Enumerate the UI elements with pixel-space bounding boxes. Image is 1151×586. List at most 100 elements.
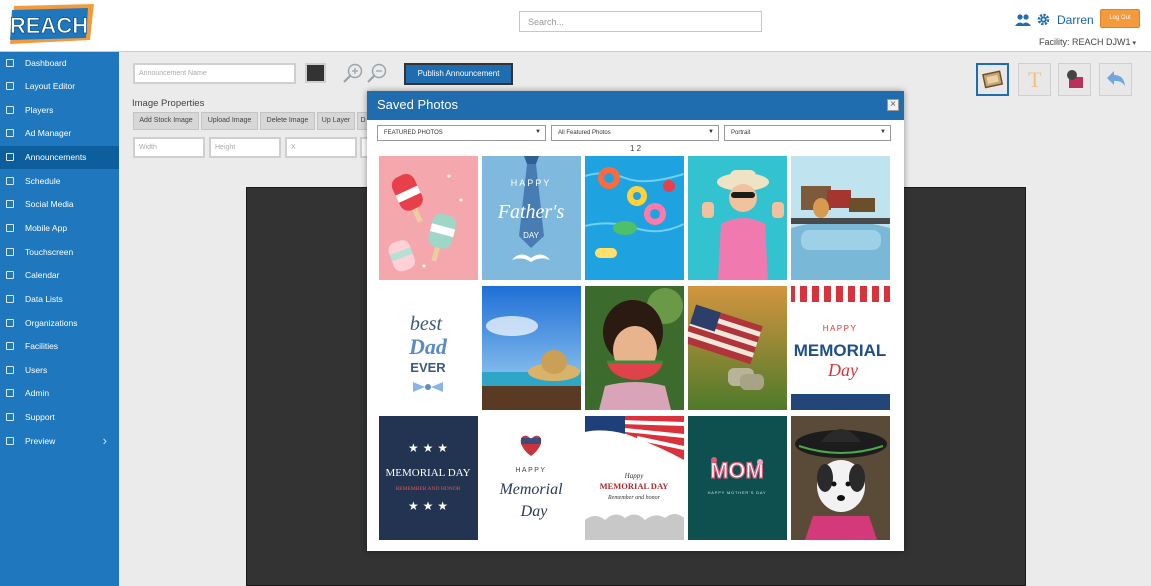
- user-icon: [6, 366, 14, 374]
- tile-text: HAPPY: [511, 178, 552, 188]
- sidebar-item-label: Calendar: [25, 270, 60, 280]
- photo-tile-best-dad-ever[interactable]: best Dad EVER: [379, 286, 478, 410]
- sidebar-item-data-lists[interactable]: Data Lists: [0, 288, 119, 311]
- close-icon[interactable]: ×: [887, 99, 899, 111]
- width-input[interactable]: Width: [133, 137, 205, 158]
- photo-tile-car-luggage[interactable]: [791, 156, 890, 280]
- photo-tile-popsicles[interactable]: [379, 156, 478, 280]
- height-input[interactable]: Height: [209, 137, 281, 158]
- zoom-in-icon[interactable]: [342, 62, 364, 84]
- photo-tile-happy-memorial-day-script[interactable]: HAPPY Memorial Day: [482, 416, 581, 540]
- undo-button[interactable]: [1099, 63, 1132, 96]
- sidebar-item-dashboard[interactable]: Dashboard: [0, 52, 119, 75]
- image-properties-heading: Image Properties: [132, 98, 205, 109]
- tile-text: Memorial: [498, 481, 563, 498]
- users-icon[interactable]: [1015, 13, 1031, 27]
- logo-text: REACH: [10, 13, 88, 38]
- photo-tile-pool-floats[interactable]: [585, 156, 684, 280]
- reach-logo[interactable]: REACH: [8, 4, 96, 46]
- building-icon: [6, 342, 14, 350]
- pagination[interactable]: 1 2: [367, 144, 904, 153]
- tile-text: DAY: [523, 231, 540, 240]
- publish-announcement-button[interactable]: Publish Announcement: [404, 63, 513, 85]
- photo-tile-memorial-day-stars[interactable]: ★ ★ ★ MEMORIAL DAY REMEMBER AND HONOR ★ …: [379, 416, 478, 540]
- tile-text: REMEMBER AND HONOR: [396, 486, 461, 492]
- upload-image-button[interactable]: Upload Image: [201, 112, 258, 130]
- subcategory-select[interactable]: All Featured Photos ▼: [551, 125, 719, 141]
- calendar-icon: [6, 271, 14, 279]
- sidebar-item-layout-editor[interactable]: Layout Editor: [0, 75, 119, 98]
- color-swatch[interactable]: [305, 63, 326, 83]
- category-select[interactable]: FEATURED PHOTOS ▼: [377, 125, 546, 141]
- shapes-icon: [1067, 70, 1083, 88]
- image-tool-button[interactable]: [976, 63, 1009, 96]
- sidebar-item-preview[interactable]: Preview ›: [0, 430, 119, 453]
- sidebar-item-calendar[interactable]: Calendar: [0, 264, 119, 287]
- announcement-name-input[interactable]: Announcement Name: [133, 63, 296, 84]
- sidebar-item-mobile-app[interactable]: Mobile App: [0, 217, 119, 240]
- tile-text: Remember and honor: [607, 495, 661, 501]
- shape-tool-button[interactable]: [1058, 63, 1091, 96]
- logout-button[interactable]: Log Out: [1100, 9, 1140, 28]
- add-stock-image-button[interactable]: Add Stock Image: [133, 112, 199, 130]
- subcategory-select-value: All Featured Photos: [558, 130, 611, 136]
- sidebar-item-label: Social Media: [25, 199, 74, 209]
- caret-down-icon: ▼: [880, 129, 886, 135]
- sidebar-item-organizations[interactable]: Organizations: [0, 312, 119, 335]
- category-select-value: FEATURED PHOTOS: [384, 130, 443, 136]
- photo-tile-fathers-day[interactable]: HAPPY Father's DAY: [482, 156, 581, 280]
- orientation-select[interactable]: Portrait ▼: [724, 125, 891, 141]
- text-tool-button[interactable]: T: [1018, 63, 1051, 96]
- svg-text:★ ★ ★: ★ ★ ★: [408, 441, 448, 455]
- x-input[interactable]: X: [285, 137, 357, 158]
- sidebar-item-social-media[interactable]: Social Media: [0, 193, 119, 216]
- sidebar-item-label: Organizations: [25, 318, 78, 328]
- saved-photos-modal: Saved Photos × FEATURED PHOTOS ▼ All Feat…: [367, 91, 904, 551]
- photo-tile-dog-sombrero[interactable]: [791, 416, 890, 540]
- photo-tile-memorial-day-flag[interactable]: Happy MEMORIAL DAY Remember and honor: [585, 416, 684, 540]
- modal-title: Saved Photos: [377, 97, 458, 112]
- tile-text: Day: [827, 360, 858, 380]
- sidebar-item-label: Facilities: [25, 341, 59, 351]
- text-icon: T: [1028, 67, 1042, 92]
- sidebar-item-schedule[interactable]: Schedule: [0, 170, 119, 193]
- search-input[interactable]: [519, 11, 762, 32]
- chat-icon: [6, 413, 14, 421]
- orientation-select-value: Portrait: [731, 130, 751, 136]
- cogs-icon: [6, 389, 14, 397]
- sidebar-item-announcements[interactable]: Announcements: [0, 146, 119, 169]
- sidebar-item-ad-manager[interactable]: Ad Manager: [0, 122, 119, 145]
- calendar-icon: [6, 177, 14, 185]
- photo-tile-flag-dog-tags[interactable]: [688, 286, 787, 410]
- sidebar-item-label: Touchscreen: [25, 247, 74, 257]
- tile-text: EVER: [410, 360, 446, 375]
- facility-selector[interactable]: Facility: REACH DJW1 ▾: [1039, 37, 1136, 47]
- tile-text: best: [410, 313, 443, 335]
- dashboard-icon: [6, 59, 14, 67]
- modal-header: Saved Photos ×: [367, 91, 904, 120]
- photo-tile-mom[interactable]: MOM HAPPY MOTHER'S DAY: [688, 416, 787, 540]
- mobile-icon: [6, 224, 14, 232]
- sidebar-item-label: Support: [25, 412, 55, 422]
- sidebar-item-support[interactable]: Support: [0, 406, 119, 429]
- sidebar-item-touchscreen[interactable]: Touchscreen: [0, 241, 119, 264]
- sidebar-item-label: Preview: [25, 436, 56, 446]
- photo-tile-happy-memorial-day[interactable]: HAPPY MEMORIAL Day: [791, 286, 890, 410]
- user-name[interactable]: Darren: [1057, 13, 1094, 27]
- gear-icon[interactable]: [1037, 13, 1050, 26]
- sidebar-item-players[interactable]: Players: [0, 99, 119, 122]
- photo-tile-girl-watermelon[interactable]: [585, 286, 684, 410]
- sidebar-item-facilities[interactable]: Facilities: [0, 335, 119, 358]
- sidebar-item-admin[interactable]: Admin: [0, 382, 119, 405]
- tile-text: Day: [520, 503, 549, 520]
- app: REACH Darren Log Out Facility: REACH DJW…: [0, 0, 1151, 586]
- sidebar-item-users[interactable]: Users: [0, 359, 119, 382]
- photo-tile-girl-thumbs-up[interactable]: [688, 156, 787, 280]
- tile-text: MEMORIAL DAY: [600, 481, 669, 491]
- monitor-icon: [6, 106, 14, 114]
- delete-image-button[interactable]: Delete Image: [260, 112, 315, 130]
- caret-down-icon: ▼: [535, 129, 541, 135]
- up-layer-button[interactable]: Up Layer: [317, 112, 355, 130]
- zoom-out-icon[interactable]: [366, 62, 388, 84]
- photo-tile-beach-hat[interactable]: [482, 286, 581, 410]
